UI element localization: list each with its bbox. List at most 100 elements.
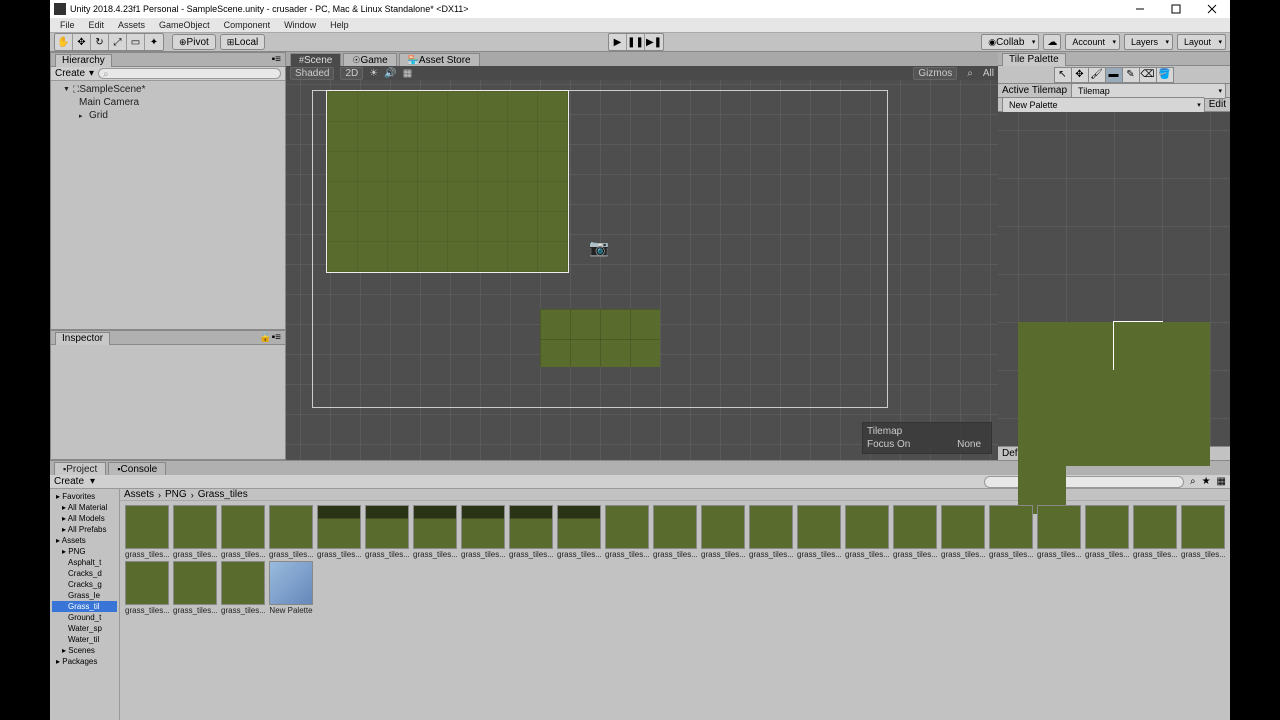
bc-assets[interactable]: Assets bbox=[124, 489, 154, 500]
tab-scene[interactable]: # Scene bbox=[290, 53, 341, 66]
tree-item[interactable]: ▸ All Models bbox=[52, 513, 117, 524]
gizmos-dropdown[interactable]: Gizmos bbox=[913, 67, 957, 80]
palette-tile[interactable] bbox=[1162, 370, 1210, 418]
tile-palette-tab[interactable]: Tile Palette bbox=[1002, 53, 1066, 66]
play-button[interactable]: ▶ bbox=[609, 34, 627, 50]
layers-dropdown[interactable]: Layers bbox=[1124, 34, 1173, 50]
palette-tile[interactable] bbox=[1114, 370, 1162, 418]
asset-item[interactable]: grass_tiles... bbox=[748, 505, 794, 559]
tab-asset-store[interactable]: 🏪 Asset Store bbox=[399, 53, 480, 66]
asset-item[interactable]: grass_tiles... bbox=[220, 561, 266, 615]
palette-brush-tool[interactable]: 🖌 bbox=[1088, 67, 1106, 83]
asset-item[interactable]: grass_tiles... bbox=[172, 561, 218, 615]
scene-search-all[interactable]: All bbox=[983, 68, 994, 79]
inspector-tab[interactable]: Inspector bbox=[55, 332, 110, 345]
tree-item[interactable]: ▸ Assets bbox=[52, 535, 117, 546]
mode-2d[interactable]: 2D bbox=[340, 67, 363, 80]
fx-icon[interactable]: ▦ bbox=[403, 68, 412, 79]
collab-dropdown[interactable]: ◉ Collab bbox=[981, 34, 1039, 50]
tree-item[interactable]: Water_sp bbox=[52, 623, 117, 634]
step-button[interactable]: ▶❚ bbox=[645, 34, 663, 50]
rotate-tool[interactable]: ↻ bbox=[91, 34, 109, 50]
hier-grid[interactable]: ▸Grid bbox=[55, 109, 281, 122]
panel-menu-icon[interactable]: ▪≡ bbox=[272, 54, 281, 65]
asset-item[interactable]: grass_tiles... bbox=[364, 505, 410, 559]
palette-select-tool[interactable]: ↖ bbox=[1054, 67, 1072, 83]
minimize-button[interactable] bbox=[1126, 1, 1154, 17]
palette-name-dropdown[interactable]: New Palette bbox=[1002, 97, 1205, 113]
tree-item[interactable]: ▸ All Prefabs bbox=[52, 524, 117, 535]
project-create[interactable]: Create bbox=[54, 476, 84, 487]
asset-item[interactable]: grass_tiles... bbox=[940, 505, 986, 559]
shading-dropdown[interactable]: Shaded bbox=[290, 67, 334, 80]
asset-item[interactable]: grass_tiles... bbox=[700, 505, 746, 559]
hierarchy-create[interactable]: Create bbox=[55, 68, 85, 79]
tree-item[interactable]: Cracks_d bbox=[52, 568, 117, 579]
asset-item[interactable]: grass_tiles... bbox=[460, 505, 506, 559]
hier-main-camera[interactable]: Main Camera bbox=[55, 96, 281, 109]
asset-item[interactable]: grass_tiles... bbox=[124, 561, 170, 615]
asset-item[interactable]: grass_tiles... bbox=[412, 505, 458, 559]
tree-item[interactable]: ▸ Scenes bbox=[52, 645, 117, 656]
asset-item[interactable]: grass_tiles... bbox=[652, 505, 698, 559]
asset-item[interactable]: grass_tiles... bbox=[604, 505, 650, 559]
asset-item[interactable]: grass_tiles... bbox=[220, 505, 266, 559]
close-button[interactable] bbox=[1198, 1, 1226, 17]
scene-view[interactable]: 📷 Tilemap Focus OnNone bbox=[286, 80, 998, 460]
tab-console[interactable]: ▪ Console bbox=[108, 462, 166, 475]
tree-item[interactable]: Ground_t bbox=[52, 612, 117, 623]
menu-file[interactable]: File bbox=[54, 20, 81, 30]
palette-box-tool[interactable]: ▬ bbox=[1105, 67, 1123, 83]
local-toggle[interactable]: ⊞ Local bbox=[220, 34, 265, 50]
asset-item[interactable]: grass_tiles... bbox=[124, 505, 170, 559]
asset-item[interactable]: grass_tiles... bbox=[268, 505, 314, 559]
palette-picker-tool[interactable]: ✎ bbox=[1122, 67, 1140, 83]
palette-tile[interactable] bbox=[1114, 418, 1162, 466]
palette-tile[interactable] bbox=[1066, 418, 1114, 466]
asset-item[interactable]: grass_tiles... bbox=[892, 505, 938, 559]
asset-item[interactable]: grass_tiles... bbox=[172, 505, 218, 559]
menu-edit[interactable]: Edit bbox=[83, 20, 111, 30]
overlay-none-button[interactable]: None bbox=[951, 439, 987, 450]
asset-item[interactable]: grass_tiles... bbox=[844, 505, 890, 559]
camera-gizmo-icon[interactable]: 📷 bbox=[589, 238, 609, 258]
cloud-button[interactable]: ☁ bbox=[1043, 34, 1061, 50]
palette-tile[interactable] bbox=[1018, 418, 1066, 466]
asset-item[interactable]: grass_tiles... bbox=[988, 505, 1034, 559]
palette-view[interactable] bbox=[998, 112, 1230, 446]
panel-menu-icon[interactable]: ▪≡ bbox=[272, 332, 281, 343]
audio-icon[interactable]: 🔊 bbox=[384, 68, 396, 79]
asset-item[interactable]: grass_tiles... bbox=[796, 505, 842, 559]
transform-tool[interactable]: ✦ bbox=[145, 34, 163, 50]
tree-item[interactable]: ▸ PNG bbox=[52, 546, 117, 557]
tree-item[interactable]: ▸ All Material bbox=[52, 502, 117, 513]
asset-item[interactable]: grass_tiles... bbox=[1036, 505, 1082, 559]
asset-item[interactable]: New Palette bbox=[268, 561, 314, 615]
palette-tile[interactable] bbox=[1018, 322, 1066, 370]
tree-item[interactable]: Grass_le bbox=[52, 590, 117, 601]
tree-item[interactable]: Asphalt_t bbox=[52, 557, 117, 568]
tree-item[interactable]: Cracks_g bbox=[52, 579, 117, 590]
maximize-button[interactable] bbox=[1162, 1, 1190, 17]
rect-tool[interactable]: ▭ bbox=[127, 34, 145, 50]
tree-item[interactable]: ▸ Favorites bbox=[52, 491, 117, 502]
palette-tile[interactable] bbox=[1066, 322, 1114, 370]
palette-edit-button[interactable]: Edit bbox=[1209, 99, 1226, 110]
palette-tile[interactable] bbox=[1018, 370, 1066, 418]
scale-tool[interactable]: ⤢ bbox=[109, 34, 127, 50]
hierarchy-search[interactable]: ⌕ bbox=[98, 68, 281, 79]
palette-tile-selected[interactable] bbox=[1114, 322, 1162, 370]
asset-item[interactable]: grass_tiles... bbox=[1132, 505, 1178, 559]
move-tool[interactable]: ✥ bbox=[73, 34, 91, 50]
asset-item[interactable]: grass_tiles... bbox=[316, 505, 362, 559]
tree-item[interactable]: Grass_til bbox=[52, 601, 117, 612]
palette-eraser-tool[interactable]: ⌫ bbox=[1139, 67, 1157, 83]
menu-assets[interactable]: Assets bbox=[112, 20, 151, 30]
tab-game[interactable]: ☉ Game bbox=[343, 53, 396, 66]
hierarchy-tab[interactable]: Hierarchy bbox=[55, 54, 112, 67]
menu-gameobject[interactable]: GameObject bbox=[153, 20, 216, 30]
palette-fill-tool[interactable]: 🪣 bbox=[1156, 67, 1174, 83]
light-icon[interactable]: ☀ bbox=[369, 68, 378, 79]
tree-item[interactable]: ▸ Packages bbox=[52, 656, 117, 667]
hand-tool[interactable]: ✋ bbox=[55, 34, 73, 50]
